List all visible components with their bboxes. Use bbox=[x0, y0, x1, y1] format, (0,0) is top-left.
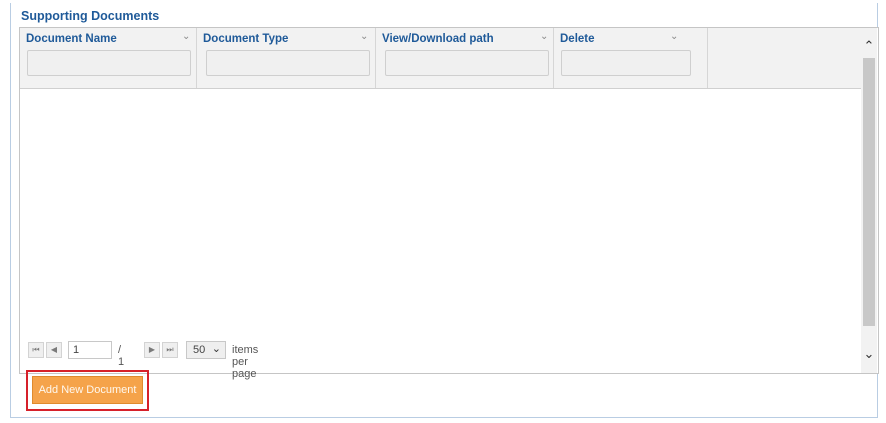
next-page-icon[interactable]: ▶ bbox=[144, 342, 160, 358]
panel-title: Supporting Documents bbox=[21, 9, 160, 23]
vertical-scrollbar[interactable]: ⌃ ⌄ bbox=[861, 28, 877, 373]
chevron-down-icon[interactable]: ⌄ bbox=[360, 31, 368, 42]
filter-delete[interactable] bbox=[561, 50, 691, 76]
add-new-document-button[interactable]: Add New Document bbox=[32, 376, 143, 404]
filter-document-name[interactable] bbox=[27, 50, 191, 76]
items-per-page-value: 50 bbox=[193, 344, 206, 356]
column-delete[interactable]: Delete ⌄ bbox=[554, 28, 708, 88]
documents-grid: Document Name ⌄ Document Type ⌄ View/Dow… bbox=[19, 27, 879, 380]
column-document-name-label: Document Name bbox=[26, 33, 117, 45]
items-per-page-select[interactable]: 50 ⌄ bbox=[186, 341, 226, 359]
chevron-down-icon[interactable]: ⌄ bbox=[540, 31, 548, 42]
add-document-highlight: Add New Document bbox=[26, 370, 149, 411]
filter-document-type[interactable] bbox=[206, 50, 370, 76]
chevron-down-icon: ⌄ bbox=[211, 343, 221, 355]
scroll-thumb[interactable] bbox=[863, 58, 875, 326]
column-delete-label: Delete bbox=[560, 33, 595, 45]
filter-view-download-path[interactable] bbox=[385, 50, 549, 76]
page-number-input[interactable] bbox=[68, 341, 112, 359]
last-page-icon[interactable]: ⏭ bbox=[162, 342, 178, 358]
supporting-documents-panel: Supporting Documents Document Name ⌄ Doc… bbox=[10, 3, 879, 418]
grid-body bbox=[20, 88, 861, 328]
scroll-up-icon[interactable]: ⌃ bbox=[861, 38, 877, 54]
scroll-down-icon[interactable]: ⌄ bbox=[861, 346, 877, 362]
grid-header: Document Name ⌄ Document Type ⌄ View/Dow… bbox=[20, 28, 861, 89]
column-view-download-path-label: View/Download path bbox=[382, 33, 494, 45]
page-total: / 1 bbox=[118, 344, 125, 368]
column-document-name[interactable]: Document Name ⌄ bbox=[20, 28, 197, 88]
prev-page-icon[interactable]: ◀ bbox=[46, 342, 62, 358]
chevron-down-icon[interactable]: ⌄ bbox=[182, 31, 190, 42]
first-page-icon[interactable]: ⏮ bbox=[28, 342, 44, 358]
column-document-type-label: Document Type bbox=[203, 33, 289, 45]
items-per-page-label: items per page bbox=[232, 344, 259, 380]
column-view-download-path[interactable]: View/Download path ⌄ bbox=[376, 28, 554, 88]
column-document-type[interactable]: Document Type ⌄ bbox=[197, 28, 376, 88]
chevron-down-icon[interactable]: ⌄ bbox=[670, 31, 678, 42]
